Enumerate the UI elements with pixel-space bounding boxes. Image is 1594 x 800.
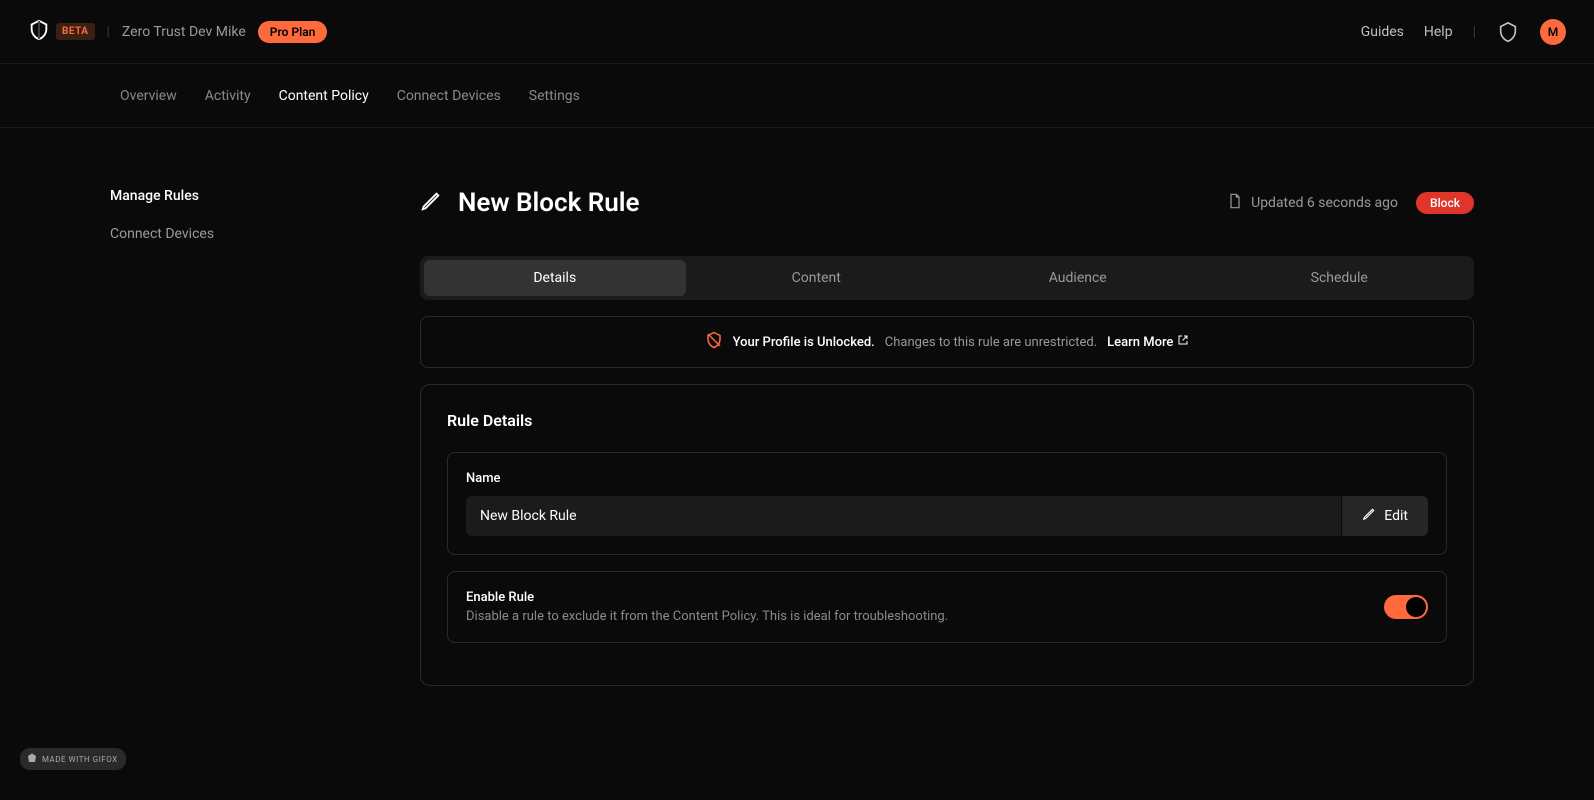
workspace-name[interactable]: Zero Trust Dev Mike	[122, 24, 246, 40]
shield-status-icon[interactable]	[1496, 20, 1520, 44]
beta-badge: BETA	[56, 23, 95, 40]
help-link[interactable]: Help	[1424, 24, 1453, 40]
subnav-connect-devices[interactable]: Connect Devices	[397, 88, 501, 104]
edit-name-button[interactable]: Edit	[1341, 496, 1428, 536]
separator: |	[107, 24, 110, 40]
learn-more-link[interactable]: Learn More	[1107, 334, 1189, 350]
gifox-badge: MADE WITH GIFOX	[20, 748, 126, 770]
unlocked-notice: Your Profile is Unlocked. Changes to thi…	[420, 316, 1474, 368]
name-field-card: Name New Block Rule Edit	[447, 452, 1447, 555]
sidebar-manage-rules[interactable]: Manage Rules	[110, 188, 330, 204]
topbar-right: Guides Help | M	[1361, 19, 1566, 45]
tabs: Details Content Audience Schedule	[420, 256, 1474, 300]
enable-description: Disable a rule to exclude it from the Co…	[466, 609, 948, 624]
subnav: Overview Activity Content Policy Connect…	[0, 64, 1594, 128]
subnav-content-policy[interactable]: Content Policy	[279, 88, 369, 104]
learn-more-text: Learn More	[1107, 335, 1173, 350]
notice-title: Your Profile is Unlocked.	[733, 335, 875, 350]
main-layout: Manage Rules Connect Devices New Block R…	[0, 128, 1594, 686]
edit-label: Edit	[1384, 508, 1408, 524]
document-icon	[1227, 193, 1243, 213]
enable-rule-toggle[interactable]	[1384, 595, 1428, 619]
enable-rule-card: Enable Rule Disable a rule to exclude it…	[447, 571, 1447, 643]
enable-title: Enable Rule	[466, 590, 948, 605]
app-logo[interactable]: BETA	[28, 19, 95, 45]
updated-timestamp: Updated 6 seconds ago	[1227, 193, 1398, 213]
topbar: BETA | Zero Trust Dev Mike Pro Plan Guid…	[0, 0, 1594, 64]
subnav-settings[interactable]: Settings	[529, 88, 580, 104]
notice-text: Changes to this rule are unrestricted.	[885, 335, 1097, 350]
tab-schedule[interactable]: Schedule	[1209, 260, 1471, 296]
subnav-activity[interactable]: Activity	[205, 88, 251, 104]
sidebar-connect-devices[interactable]: Connect Devices	[110, 226, 330, 242]
gifox-icon	[26, 752, 38, 766]
page-header-right: Updated 6 seconds ago Block	[1227, 192, 1474, 214]
pencil-icon	[420, 190, 442, 216]
name-row: New Block Rule Edit	[466, 496, 1428, 536]
panel-title: Rule Details	[447, 411, 1447, 430]
name-label: Name	[466, 471, 1428, 486]
external-link-icon	[1177, 334, 1189, 350]
content: New Block Rule Updated 6 seconds ago Blo…	[420, 188, 1474, 686]
tab-details[interactable]: Details	[424, 260, 686, 296]
subnav-overview[interactable]: Overview	[120, 88, 177, 104]
rule-details-panel: Rule Details Name New Block Rule Edit	[420, 384, 1474, 686]
user-avatar[interactable]: M	[1540, 19, 1566, 45]
page-title-wrap: New Block Rule	[420, 188, 640, 218]
toggle-knob	[1406, 597, 1426, 617]
topbar-left: BETA | Zero Trust Dev Mike Pro Plan	[28, 19, 327, 45]
status-badge: Block	[1416, 192, 1474, 214]
gifox-text: MADE WITH GIFOX	[42, 755, 118, 764]
plan-badge: Pro Plan	[258, 21, 328, 43]
sidebar: Manage Rules Connect Devices	[110, 188, 330, 686]
pencil-icon	[1362, 507, 1376, 525]
tab-audience[interactable]: Audience	[947, 260, 1209, 296]
shield-logo-icon	[28, 19, 50, 45]
page-title: New Block Rule	[458, 188, 640, 218]
page-header: New Block Rule Updated 6 seconds ago Blo…	[420, 188, 1474, 218]
toggle-row: Enable Rule Disable a rule to exclude it…	[466, 590, 1428, 624]
separator: |	[1473, 24, 1476, 40]
guides-link[interactable]: Guides	[1361, 24, 1404, 40]
shield-off-icon	[705, 331, 723, 353]
tab-content[interactable]: Content	[686, 260, 948, 296]
updated-text: Updated 6 seconds ago	[1251, 195, 1398, 211]
name-value: New Block Rule	[466, 496, 1341, 536]
toggle-text: Enable Rule Disable a rule to exclude it…	[466, 590, 948, 624]
